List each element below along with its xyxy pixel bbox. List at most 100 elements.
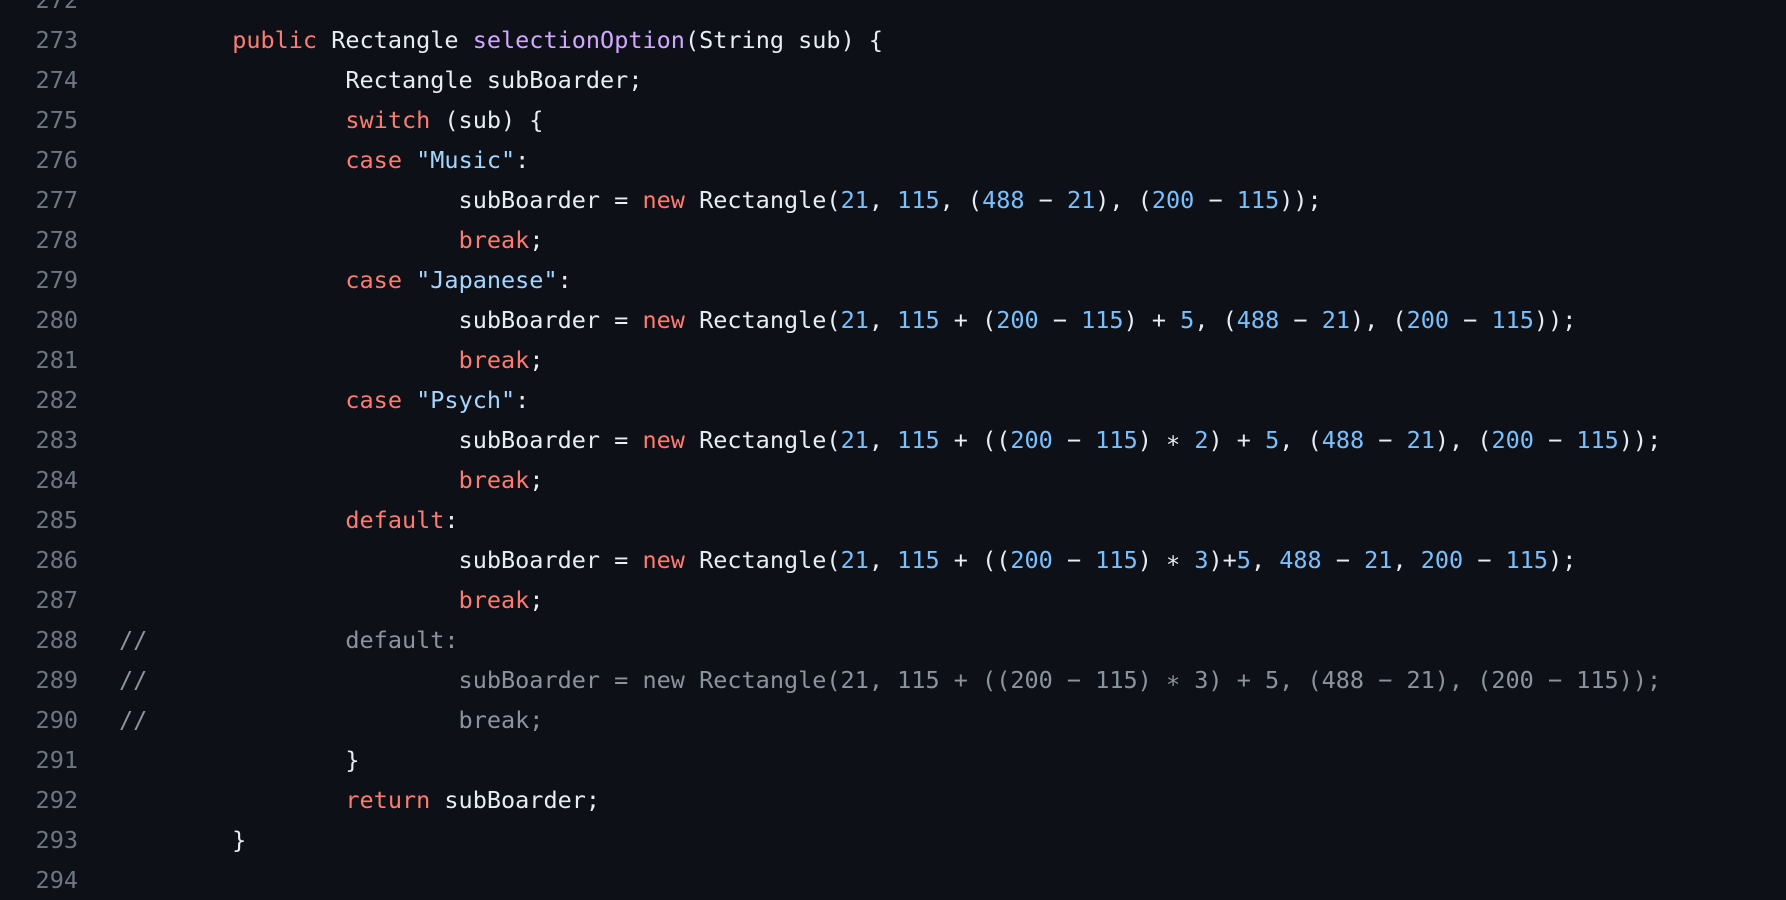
code-line[interactable]: 275 switch (sub) { bbox=[0, 100, 1786, 140]
code-token: ), ( bbox=[1434, 426, 1492, 454]
code-text: subBoarder = new Rectangle(21, 115, (488… bbox=[119, 180, 1322, 220]
code-token: 5 bbox=[1265, 426, 1280, 454]
code-line[interactable]: 294 bbox=[0, 860, 1786, 900]
code-token: , bbox=[868, 186, 898, 214]
code-line[interactable]: 292 return subBoarder; bbox=[0, 780, 1786, 820]
code-line[interactable]: 288 // default: bbox=[0, 620, 1786, 660]
code-token: − bbox=[1321, 546, 1365, 574]
code-line[interactable]: 289 // subBoarder = new Rectangle(21, 115… bbox=[0, 660, 1786, 700]
line-number: 272 bbox=[35, 0, 78, 14]
code-token: 200 bbox=[996, 306, 1039, 334]
code-token: , ( bbox=[1194, 306, 1237, 334]
code-token: break bbox=[458, 466, 530, 494]
code-token: − bbox=[1052, 426, 1096, 454]
code-token: 21 bbox=[1364, 546, 1393, 574]
code-line[interactable]: 274 Rectangle subBoarder; bbox=[0, 60, 1786, 100]
line-number: 289 bbox=[35, 666, 78, 694]
code-line[interactable]: 279 case "Japanese": bbox=[0, 260, 1786, 300]
code-token: 488 bbox=[982, 186, 1025, 214]
code-line[interactable]: 284 break; bbox=[0, 460, 1786, 500]
code-line[interactable]: 290 // break; bbox=[0, 700, 1786, 740]
code-token: selectionOption bbox=[472, 26, 685, 54]
code-token: 115 bbox=[1576, 426, 1619, 454]
code-text: public Rectangle selectionOption(String … bbox=[119, 20, 883, 60]
code-token: (sub) { bbox=[430, 106, 544, 134]
code-line[interactable]: 283 subBoarder = new Rectangle(21, 115 +… bbox=[0, 420, 1786, 460]
code-token: − bbox=[1052, 546, 1096, 574]
code-text: case "Japanese": bbox=[119, 260, 571, 300]
code-text: case "Psych": bbox=[119, 380, 529, 420]
code-line[interactable]: 272 bbox=[0, 0, 1786, 20]
line-number: 275 bbox=[35, 106, 78, 134]
code-token: 115 bbox=[1491, 306, 1534, 334]
code-line[interactable]: 293 } bbox=[0, 820, 1786, 860]
code-token: case bbox=[345, 146, 402, 174]
code-token: : bbox=[444, 506, 459, 534]
code-token: 200 bbox=[1010, 546, 1053, 574]
code-text: // default: bbox=[119, 620, 459, 660]
code-text: } bbox=[119, 740, 359, 780]
code-token: switch bbox=[345, 106, 431, 134]
code-token: − bbox=[1279, 306, 1322, 334]
code-token: )+ bbox=[1208, 546, 1237, 574]
line-number: 278 bbox=[35, 226, 78, 254]
code-token: subBoarder = bbox=[119, 186, 643, 214]
code-text: break; bbox=[119, 340, 544, 380]
code-token: 200 bbox=[1420, 546, 1464, 574]
code-token: 200 bbox=[1406, 306, 1450, 334]
code-token: + (( bbox=[939, 546, 1011, 574]
code-token: subBoarder; bbox=[430, 786, 601, 814]
code-token: 115 bbox=[897, 546, 940, 574]
code-token: ), ( bbox=[1095, 186, 1152, 214]
code-line[interactable]: 276 case "Music": bbox=[0, 140, 1786, 180]
code-token: case bbox=[345, 386, 402, 414]
code-token: − bbox=[1463, 546, 1506, 574]
code-editor[interactable]: 272 273 public Rectangle selectionOption(… bbox=[0, 0, 1786, 900]
code-token: : bbox=[515, 146, 530, 174]
code-text: subBoarder = new Rectangle(21, 115 + ((2… bbox=[119, 540, 1577, 580]
line-number: 286 bbox=[35, 546, 78, 574]
code-line[interactable]: 287 break; bbox=[0, 580, 1786, 620]
code-token: 115 bbox=[1505, 546, 1549, 574]
code-line[interactable]: 286 subBoarder = new Rectangle(21, 115 +… bbox=[0, 540, 1786, 580]
code-text: return subBoarder; bbox=[119, 780, 600, 820]
code-token: 115 bbox=[897, 426, 940, 454]
code-token: subBoarder = bbox=[119, 426, 643, 454]
code-token: 200 bbox=[1491, 426, 1534, 454]
code-token: ; bbox=[529, 226, 544, 254]
code-token: ; bbox=[529, 466, 544, 494]
code-text: Rectangle subBoarder; bbox=[119, 60, 642, 100]
code-text: default: bbox=[119, 500, 459, 540]
code-line[interactable]: 277 subBoarder = new Rectangle(21, 115, … bbox=[0, 180, 1786, 220]
code-text: subBoarder = new Rectangle(21, 115 + (20… bbox=[119, 300, 1577, 340]
code-line[interactable]: 281 break; bbox=[0, 340, 1786, 380]
code-line[interactable]: 282 case "Psych": bbox=[0, 380, 1786, 420]
line-number: 292 bbox=[35, 786, 78, 814]
code-token: "Psych" bbox=[416, 386, 516, 414]
code-token: break bbox=[458, 586, 530, 614]
code-text: // subBoarder = new Rectangle(21, 115 + … bbox=[119, 660, 1661, 700]
code-line[interactable]: 285 default: bbox=[0, 500, 1786, 540]
code-token: Rectangle bbox=[317, 26, 473, 54]
line-number: 283 bbox=[35, 426, 78, 454]
code-token: // subBoarder = new Rectangle(21, 115 + … bbox=[119, 666, 1662, 694]
code-token: "Music" bbox=[416, 146, 516, 174]
code-line[interactable]: 278 break; bbox=[0, 220, 1786, 260]
code-line[interactable]: 291 } bbox=[0, 740, 1786, 780]
code-token: public bbox=[232, 26, 318, 54]
code-text: subBoarder = new Rectangle(21, 115 + ((2… bbox=[119, 420, 1662, 460]
code-token: − bbox=[1533, 426, 1577, 454]
line-number: 281 bbox=[35, 346, 78, 374]
line-number: 293 bbox=[35, 826, 78, 854]
code-line[interactable]: 273 public Rectangle selectionOption(Str… bbox=[0, 20, 1786, 60]
code-line[interactable]: 280 subBoarder = new Rectangle(21, 115 +… bbox=[0, 300, 1786, 340]
code-token: case bbox=[345, 266, 402, 294]
code-token: break bbox=[458, 346, 530, 374]
code-token: 3 bbox=[1194, 546, 1209, 574]
code-token: 21 bbox=[1066, 186, 1096, 214]
code-token: 488 bbox=[1236, 306, 1280, 334]
